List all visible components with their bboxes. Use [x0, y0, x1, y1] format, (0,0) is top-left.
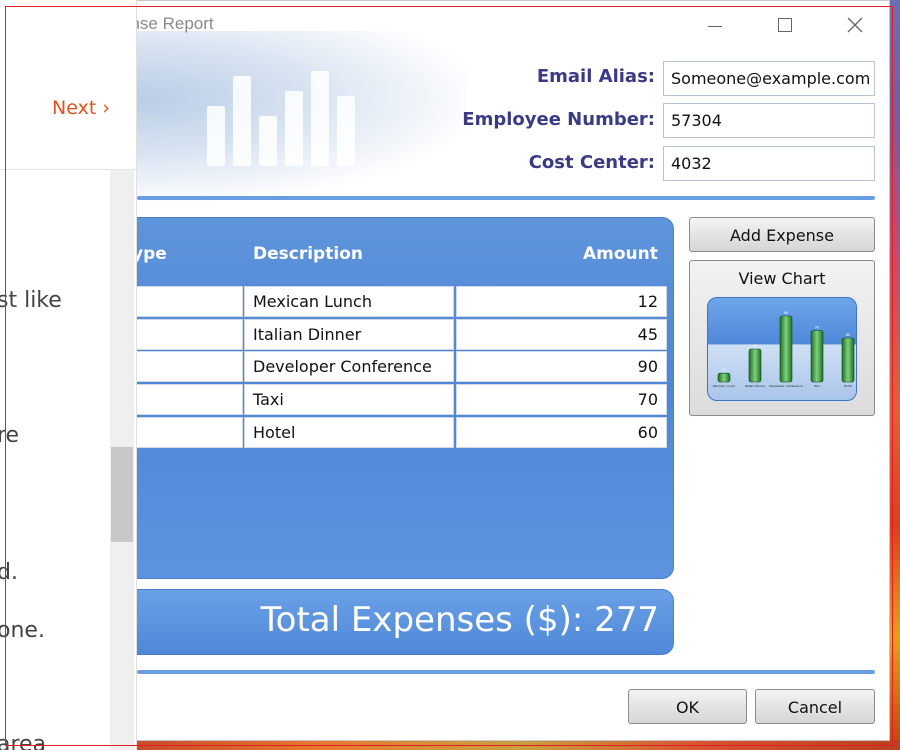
- mini-chart-category-label: Italian Dinner: [745, 384, 766, 388]
- desktop-wallpaper-bottom: [136, 740, 900, 750]
- table-cell-description[interactable]: Developer Conference: [244, 351, 454, 382]
- mini-chart-bar: [810, 330, 824, 383]
- mini-chart-value-label: 45: [753, 344, 757, 348]
- table-cell-description[interactable]: Hotel: [244, 417, 454, 448]
- mini-chart-category-label: Developer Conference: [769, 384, 803, 388]
- separator-top: [137, 196, 875, 200]
- view-chart-label: View Chart: [738, 269, 826, 288]
- cost-center-label: Cost Center:: [528, 152, 655, 173]
- mini-chart-icon: 12 Mexican Lunch 45 Italian Dinner 90 Develop…: [713, 311, 855, 388]
- email-alias-label: Email Alias:: [536, 66, 655, 87]
- close-button[interactable]: [832, 9, 878, 41]
- separator-bottom: [137, 670, 875, 674]
- background-text-fragment: d.: [0, 560, 18, 585]
- total-expenses-label: Total Expenses ($): 277: [260, 600, 659, 640]
- employee-number-label: Employee Number:: [462, 109, 655, 130]
- add-expense-button[interactable]: Add Expense: [689, 217, 875, 252]
- background-text-fragment: re: [0, 423, 20, 448]
- ok-button[interactable]: OK: [628, 689, 747, 724]
- minimize-button[interactable]: [692, 9, 738, 41]
- mini-chart-value-label: 90: [784, 311, 788, 315]
- mini-chart-value-label: 12: [722, 368, 726, 372]
- total-expenses-panel: Total Expenses ($): 277: [117, 589, 674, 655]
- expense-report-window: ense Report Email Alias: Someone@example…: [117, 0, 891, 741]
- background-app-header: [0, 0, 136, 170]
- background-text-fragment: st like: [0, 288, 62, 313]
- background-app-panel: Next › st like re d. one. area: [0, 0, 137, 750]
- table-cell-amount[interactable]: 60: [456, 417, 667, 448]
- next-link[interactable]: Next ›: [52, 97, 110, 119]
- mini-chart-bar: [779, 315, 793, 383]
- next-link-label: Next: [52, 97, 97, 119]
- column-header-type[interactable]: ype: [132, 244, 167, 264]
- mini-chart-category-label: Mexican Lunch: [713, 384, 735, 388]
- expense-grid: ype Description Amount Mexican Lunch 12 …: [117, 217, 674, 579]
- column-header-description[interactable]: Description: [253, 244, 363, 264]
- email-alias-field[interactable]: Someone@example.com: [663, 61, 875, 96]
- mini-chart-value-label: 70: [815, 326, 819, 330]
- table-cell-amount[interactable]: 70: [456, 384, 667, 415]
- cancel-button[interactable]: Cancel: [755, 689, 875, 724]
- mini-chart-thumbnail: 12 Mexican Lunch 45 Italian Dinner 90 Develop…: [707, 297, 857, 401]
- mini-chart-value-label: 60: [846, 333, 850, 337]
- mini-chart-category-label: Taxi: [813, 384, 820, 388]
- mini-chart-bar: [748, 348, 762, 383]
- table-cell-amount[interactable]: 12: [456, 286, 667, 317]
- maximize-button[interactable]: [762, 9, 808, 41]
- mini-chart-bar: [717, 372, 731, 383]
- table-cell-description[interactable]: Italian Dinner: [244, 319, 454, 350]
- table-cell-description[interactable]: Taxi: [244, 384, 454, 415]
- maximize-icon: [778, 18, 792, 32]
- view-chart-button[interactable]: View Chart 12 Mexican Lunch 45 Italian Dinn…: [689, 260, 875, 416]
- mini-chart-category-label: Hotel: [844, 384, 852, 388]
- table-cell-amount[interactable]: 45: [456, 319, 667, 350]
- title-bar[interactable]: ense Report: [121, 1, 891, 47]
- scrollbar-thumb[interactable]: [111, 447, 133, 542]
- cost-center-field[interactable]: 4032: [663, 146, 875, 181]
- column-header-amount[interactable]: Amount: [583, 244, 658, 264]
- table-cell-description[interactable]: Mexican Lunch: [244, 286, 454, 317]
- minimize-icon: [708, 25, 722, 27]
- background-text-fragment: one.: [0, 618, 45, 643]
- background-text-fragment: area: [0, 732, 47, 750]
- mini-chart-bar: [841, 337, 855, 383]
- employee-number-field[interactable]: 57304: [663, 103, 875, 138]
- table-cell-amount[interactable]: 90: [456, 351, 667, 382]
- close-icon: [847, 17, 863, 33]
- chevron-right-icon: ›: [102, 97, 110, 119]
